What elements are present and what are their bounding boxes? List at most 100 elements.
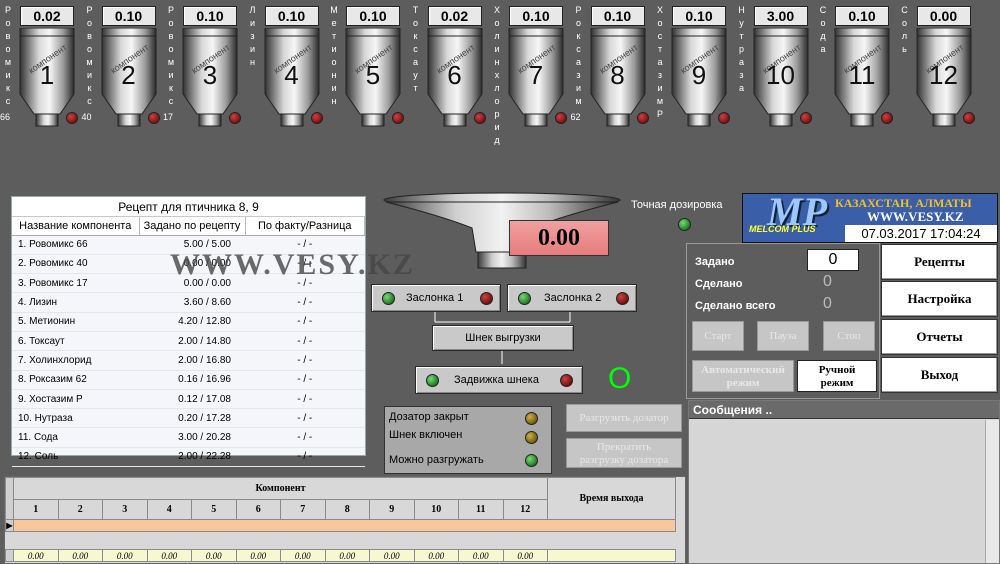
- valve-2-open-led: [518, 292, 531, 305]
- auto-mode-line1: Автоматический: [701, 364, 785, 376]
- grid-value-cell[interactable]: 0.00: [191, 549, 237, 562]
- row-selector-icon[interactable]: ▶: [5, 519, 14, 532]
- recipe-component: 10. Нутраза: [12, 408, 139, 429]
- gate-closed-led: [560, 374, 573, 387]
- valve-1-closed-led: [480, 292, 493, 305]
- recipe-table: Рецепт для птичника 8, 9 Название компон…: [11, 196, 366, 468]
- grid-value-cell[interactable]: 0.00: [413, 549, 459, 562]
- recipe-row[interactable]: 9. Хостазим P 0.12 / 17.08 - / -: [12, 389, 365, 410]
- manual-mode-button[interactable]: Ручной режим: [797, 360, 877, 392]
- recipe-title: Рецепт для птичника 8, 9: [12, 197, 365, 217]
- status-panel: Дозатор закрыт Шнек включен Можно разгру…: [384, 406, 552, 474]
- recipes-button[interactable]: Рецепты: [881, 244, 998, 280]
- melcom-logo: MP MELCOM PLUS КАЗАХСТАН, АЛМАТЫ WWW.VES…: [742, 193, 998, 243]
- batch-control-panel: Задано Сделано 0 Сделано всего 0 Старт П…: [686, 243, 880, 399]
- hopper-value: 0.00: [916, 6, 971, 26]
- hopper-value: 0.10: [183, 6, 237, 26]
- hopper-1[interactable]: Ровомикс 0.02 компонент 1 66: [0, 0, 82, 190]
- recipe-row[interactable]: 8. Роксазим 62 0.16 / 16.96 - / -: [12, 370, 365, 390]
- col-header-component: Название компонента: [12, 217, 140, 236]
- hopper-number: 7: [528, 60, 544, 90]
- recipe-component: 8. Роксазим 62: [12, 370, 139, 390]
- hopper-component-name: Токсаут: [412, 5, 419, 93]
- hopper-10[interactable]: Нутраза 3.00 компонент 10: [734, 0, 816, 190]
- hopper-6[interactable]: Токсаут 0.02 компонент 6: [408, 0, 490, 190]
- status-unload-led: [525, 454, 538, 467]
- recipe-actual: - / -: [245, 427, 365, 448]
- valve-2-button[interactable]: Заслонка 2: [507, 284, 637, 312]
- grid-value-cell[interactable]: 0.00: [369, 549, 415, 562]
- recipe-row[interactable]: 5. Метионин 4.20 / 12.80 - / -: [12, 312, 365, 332]
- recipe-row[interactable]: 6. Токсаут 2.00 / 14.80 - / -: [12, 331, 365, 352]
- pause-button[interactable]: Пауза: [757, 321, 809, 351]
- row-header-corner: [5, 477, 14, 520]
- start-button[interactable]: Старт: [692, 321, 744, 351]
- grid-value-cell[interactable]: 0.00: [102, 549, 148, 562]
- grid-col-header: 8: [324, 499, 370, 520]
- hopper-value: 0.10: [835, 6, 889, 26]
- hopper-component-name: Лизин: [249, 5, 256, 67]
- hopper-status-led: [962, 112, 975, 124]
- recipe-set: 0.20 / 17.28: [139, 408, 245, 429]
- grid-time-cell[interactable]: [547, 549, 676, 562]
- recipe-row[interactable]: 7. Холинхлорид 2.00 / 16.80 - / -: [12, 350, 365, 371]
- unload-dosator-button[interactable]: Разгрузить дозатор: [566, 404, 682, 432]
- hopper-4[interactable]: Лизин 0.10 компонент 4: [245, 0, 327, 190]
- auto-mode-button[interactable]: Автоматический режим: [692, 360, 794, 392]
- grid-value-cell[interactable]: 0.00: [502, 549, 548, 562]
- recipe-actual: - / -: [245, 350, 365, 371]
- done-value: 0: [823, 273, 832, 290]
- grid-value-cell[interactable]: 0.00: [146, 549, 192, 562]
- recipe-component: 6. Токсаут: [12, 331, 139, 352]
- grid-value-cell[interactable]: 0.00: [235, 549, 281, 562]
- hopper-component-name: Сода: [819, 5, 827, 54]
- grid-value-cell[interactable]: 0.00: [13, 549, 59, 562]
- valve-1-button[interactable]: Заслонка 1: [371, 284, 501, 312]
- grid-value-cell[interactable]: 0.00: [57, 549, 103, 562]
- hopper-value: 0.10: [101, 6, 156, 26]
- recipe-set: 3.00 / 20.28: [139, 427, 245, 448]
- done-total-label: Сделано всего: [695, 300, 776, 312]
- hopper-3[interactable]: Ровомикс 0.10 компонент 3 17: [163, 0, 245, 190]
- hopper-number: 2: [121, 60, 136, 90]
- recipe-component: 12. Соль: [12, 447, 139, 468]
- hopper-9[interactable]: ХостазимР 0.10 компонент 9: [652, 0, 734, 190]
- stop-unload-button[interactable]: Прекратить разгрузку дозатора: [566, 438, 682, 468]
- auger-button[interactable]: Шнек выгрузки: [432, 325, 574, 351]
- messages-title: Сообщения ..: [689, 401, 999, 419]
- grid-selected-row[interactable]: [13, 519, 676, 532]
- stop-button[interactable]: Стоп: [823, 321, 875, 351]
- hopper-5[interactable]: Метионин 0.10 компонент 5: [326, 0, 408, 190]
- grid-col-header: 12: [502, 499, 548, 520]
- recipe-actual: - / -: [245, 408, 365, 429]
- hopper-component-suffix: 66: [0, 112, 11, 122]
- recipe-component: 4. Лизин: [12, 292, 139, 313]
- hopper-7[interactable]: Холинхлорид 0.10 компонент 7: [489, 0, 571, 190]
- grid-value-cell[interactable]: 0.00: [324, 549, 370, 562]
- exit-button[interactable]: Выход: [881, 357, 998, 393]
- logo-datetime: 07.03.2017 17:04:24: [845, 225, 997, 242]
- hopper-status-led: [799, 112, 812, 124]
- hopper-2[interactable]: Ровомикс 0.10 компонент 2 40: [82, 0, 164, 190]
- hopper-value: 0.10: [672, 6, 726, 26]
- auger-gate-button[interactable]: Задвижка шнека: [415, 366, 583, 394]
- hopper-8[interactable]: Роксазим 0.10 компонент 8 62: [571, 0, 653, 190]
- hopper-11[interactable]: Сода 0.10 компонент 11: [815, 0, 897, 190]
- hopper-number: 5: [365, 60, 381, 90]
- settings-button[interactable]: Настройка: [881, 281, 998, 317]
- recipe-row[interactable]: 11. Сода 3.00 / 20.28 - / -: [12, 427, 365, 448]
- recipe-row[interactable]: 10. Нутраза 0.20 / 17.28 - / -: [12, 408, 365, 429]
- grid-value-cell[interactable]: 0.00: [458, 549, 504, 562]
- precise-dosing-led: [678, 218, 691, 231]
- hopper-number: 4: [284, 60, 299, 90]
- grid-value-cell[interactable]: 0.00: [280, 549, 326, 562]
- messages-scrollbar[interactable]: [985, 420, 999, 563]
- hopper-number: 11: [848, 60, 876, 90]
- hopper-12[interactable]: Соль 0.00 компонент 12: [897, 0, 979, 190]
- reports-button[interactable]: Отчеты: [881, 319, 998, 355]
- manual-mode-line2: режим: [820, 377, 854, 389]
- set-value-input[interactable]: [807, 249, 859, 271]
- recipe-row[interactable]: 4. Лизин 3.60 / 8.60 - / -: [12, 292, 365, 313]
- recipe-row[interactable]: 12. Соль 2.00 / 22.28 - / -: [12, 447, 365, 468]
- logo-sub: MELCOM PLUS: [749, 224, 816, 234]
